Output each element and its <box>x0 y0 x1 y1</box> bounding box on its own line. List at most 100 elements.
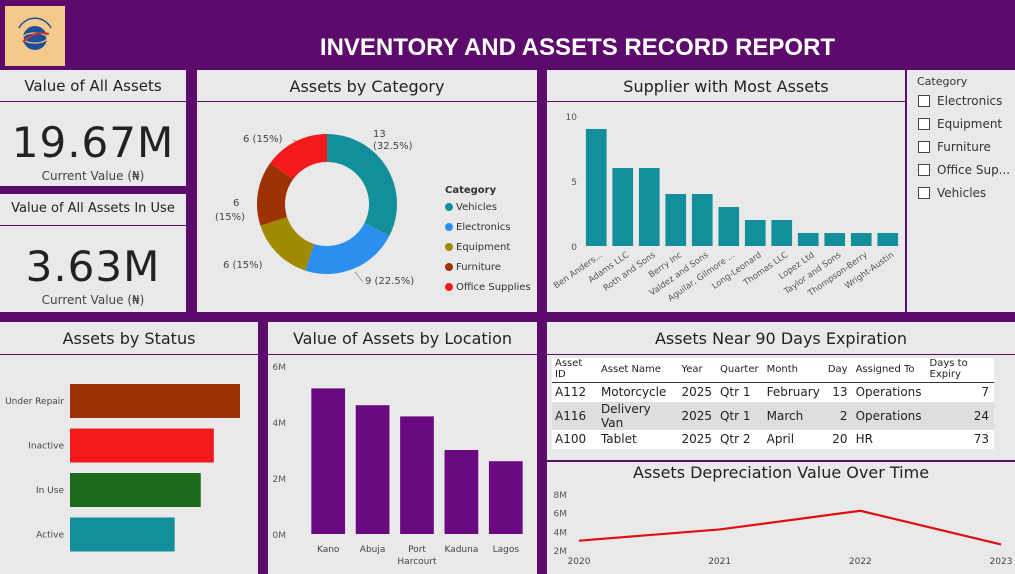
donut-slice-equipment[interactable] <box>260 216 315 271</box>
supplier-chart-panel: Supplier with Most Assets 0 5 10 Ben Anders… <box>547 70 905 312</box>
status-label-in-use: In Use <box>36 486 64 496</box>
table-cell-assigned-to: HR <box>855 432 873 446</box>
location-bar-kaduna[interactable] <box>444 450 479 534</box>
table-cell-asset-name: Delivery Van <box>597 401 679 430</box>
kpi-total-title: Value of All Assets <box>0 70 186 102</box>
table-cell-month: March <box>763 401 825 430</box>
depreciation-xlabel: 2022 <box>849 557 872 567</box>
supplier-bar-thomas-llc[interactable] <box>771 220 793 246</box>
supplier-bar-lopez-ltd[interactable] <box>797 233 819 246</box>
status-label-under-repair: Under Repair <box>5 397 64 407</box>
location-bar-lagos[interactable] <box>488 461 523 534</box>
supplier-bar-adams-llc[interactable] <box>612 168 634 246</box>
status-label-inactive: Inactive <box>28 442 64 452</box>
report-title: INVENTORY AND ASSETS RECORD REPORT <box>319 34 836 61</box>
category-donut-chart[interactable]: 13 (32.5%) 9 (22.5%) 6 (15%) 6 (15%) 6 (15… <box>197 102 537 312</box>
filter-option-vehicles[interactable]: Vehicles <box>918 181 1010 204</box>
table-cell-days-to-expiry: 73 <box>973 432 989 446</box>
kpi-total-label: Current Value (₦) <box>41 169 145 183</box>
table-cell-month: February <box>766 385 820 400</box>
supplier-bar-aguilar-gilmore[interactable] <box>718 207 740 246</box>
filter-option-label: Equipment <box>937 116 1003 131</box>
legend-marker-equipment <box>445 243 453 251</box>
supplier-bar-valdez-and-sons[interactable] <box>691 194 713 246</box>
location-bar-chart[interactable]: 0M 2M 4M 6M Kano Abuja Port Harcourt Kaduna Lagos <box>268 355 537 574</box>
filter-option-furniture[interactable]: Furniture <box>918 135 1010 158</box>
checkbox-icon[interactable] <box>918 186 930 199</box>
depreciation-line-chart[interactable]: 2M 4M 6M 8M 2020 2021 2022 2023 <box>547 484 1015 574</box>
supplier-chart-title: Supplier with Most Assets <box>547 70 905 102</box>
table-row[interactable]: A112 Motorcycle 2025 Qtr 1 February 13 Operati… <box>552 383 994 402</box>
kpi-in-use-title: Value of All Assets In Use <box>0 194 186 226</box>
status-bar-inactive[interactable] <box>70 428 214 463</box>
location-xlabel: Abuja <box>360 545 386 555</box>
supplier-bar-chart[interactable]: 0510Ben Anders...Adams LLCRoth and SonsB… <box>547 102 905 312</box>
location-xlabel: Kaduna <box>444 545 478 555</box>
table-cell-month: April <box>766 432 795 446</box>
kpi-in-use-value: 3.63M <box>25 242 161 291</box>
depreciation-chart-panel: Assets Depreciation Value Over Time 2M 4M… <box>547 462 1015 574</box>
legend-marker-office-supplies <box>445 283 453 291</box>
legend-item-office-supplies[interactable]: Office Supplies <box>456 282 531 293</box>
legend-marker-vehicles <box>445 203 453 211</box>
table-cell-year: 2025 <box>681 432 712 446</box>
legend-item-electronics[interactable]: Electronics <box>456 222 511 233</box>
kpi-total-value: 19.67M <box>11 118 175 167</box>
category-chart-panel: Assets by Category 13 (32.5%) 9 (22.5%) 6… <box>197 70 537 312</box>
legend-item-vehicles[interactable]: Vehicles <box>456 202 497 213</box>
legend-item-furniture[interactable]: Furniture <box>456 262 501 273</box>
location-bar-port-harcourt[interactable] <box>400 416 434 534</box>
table-cell-year: 2025 <box>681 385 712 400</box>
table-header-row: Asset ID Asset Name Year Quarter Month Day Ass… <box>552 358 994 383</box>
table-cell-days-to-expiry: 7 <box>981 385 989 400</box>
slice-label-equipment: 6 (15%) <box>223 260 263 271</box>
column-header-asset-name[interactable]: Asset Name <box>597 358 679 383</box>
column-header-year[interactable]: Year <box>678 358 717 383</box>
column-header-quarter[interactable]: Quarter <box>716 358 764 383</box>
legend-item-equipment[interactable]: Equipment <box>456 242 510 253</box>
checkbox-icon[interactable] <box>918 117 930 130</box>
expiry-table[interactable]: Asset ID Asset Name Year Quarter Month Day Ass… <box>552 358 994 449</box>
legend-marker-furniture <box>445 263 453 271</box>
depreciation-line[interactable] <box>578 509 1002 546</box>
slice-label-electronics: 9 (22.5%) <box>365 276 414 287</box>
status-bar-in-use[interactable] <box>70 473 201 507</box>
column-header-assigned-to[interactable]: Assigned To <box>852 358 927 383</box>
table-cell-quarter: Qtr 1 <box>716 401 764 430</box>
supplier-bar-ben-anders[interactable] <box>585 129 607 246</box>
category-filter-title: Category <box>917 75 968 88</box>
supplier-bar-thompson-berry[interactable] <box>850 233 872 246</box>
checkbox-icon[interactable] <box>918 94 930 107</box>
column-header-asset-id[interactable]: Asset ID <box>552 358 598 383</box>
filter-option-electronics[interactable]: Electronics <box>918 89 1010 112</box>
location-bar-abuja[interactable] <box>355 405 390 534</box>
location-ytick: 4M <box>273 419 287 429</box>
status-bar-chart[interactable]: Under Repair Inactive In Use Active <box>0 355 258 574</box>
filter-option-office-sup[interactable]: Office Sup... <box>918 158 1010 181</box>
table-row[interactable]: A100 Tablet 2025 Qtr 2 April 20 HR 73 <box>552 430 994 449</box>
filter-option-equipment[interactable]: Equipment <box>918 112 1010 135</box>
donut-slice-electronics[interactable] <box>305 223 390 274</box>
supplier-bar-taylor-and-sons[interactable] <box>824 233 846 246</box>
checkbox-icon[interactable] <box>918 163 930 176</box>
supplier-bar-long-leonard[interactable] <box>744 220 766 246</box>
status-bar-under-repair[interactable] <box>70 384 240 418</box>
column-header-month[interactable]: Month <box>763 358 825 383</box>
location-chart-title: Value of Assets by Location <box>268 322 537 355</box>
column-header-days-to-expiry[interactable]: Days to Expiry <box>926 358 994 383</box>
table-row[interactable]: A116 Delivery Van 2025 Qtr 1 March 2 Operation… <box>552 401 994 430</box>
supplier-bar-berry-inc[interactable] <box>665 194 687 246</box>
table-cell-asset-name: Tablet <box>600 432 637 446</box>
status-bar-active[interactable] <box>70 517 175 552</box>
category-filter-panel: Category Electronics Equipment Furniture Of… <box>907 70 1015 312</box>
legend-marker-electronics <box>445 223 453 231</box>
column-header-day[interactable]: Day <box>824 358 853 383</box>
checkbox-icon[interactable] <box>918 140 930 153</box>
depreciation-chart-title: Assets Depreciation Value Over Time <box>547 462 1015 484</box>
supplier-bar-wright-austin[interactable] <box>877 233 899 246</box>
table-cell-assigned-to: Operations <box>855 385 922 400</box>
table-cell-asset-id: A112 <box>555 385 587 400</box>
location-bar-kano[interactable] <box>311 388 346 534</box>
supplier-bar-roth-and-sons[interactable] <box>638 168 660 246</box>
kpi-total-card: Value of All Assets 19.67M Current Value… <box>0 70 186 186</box>
